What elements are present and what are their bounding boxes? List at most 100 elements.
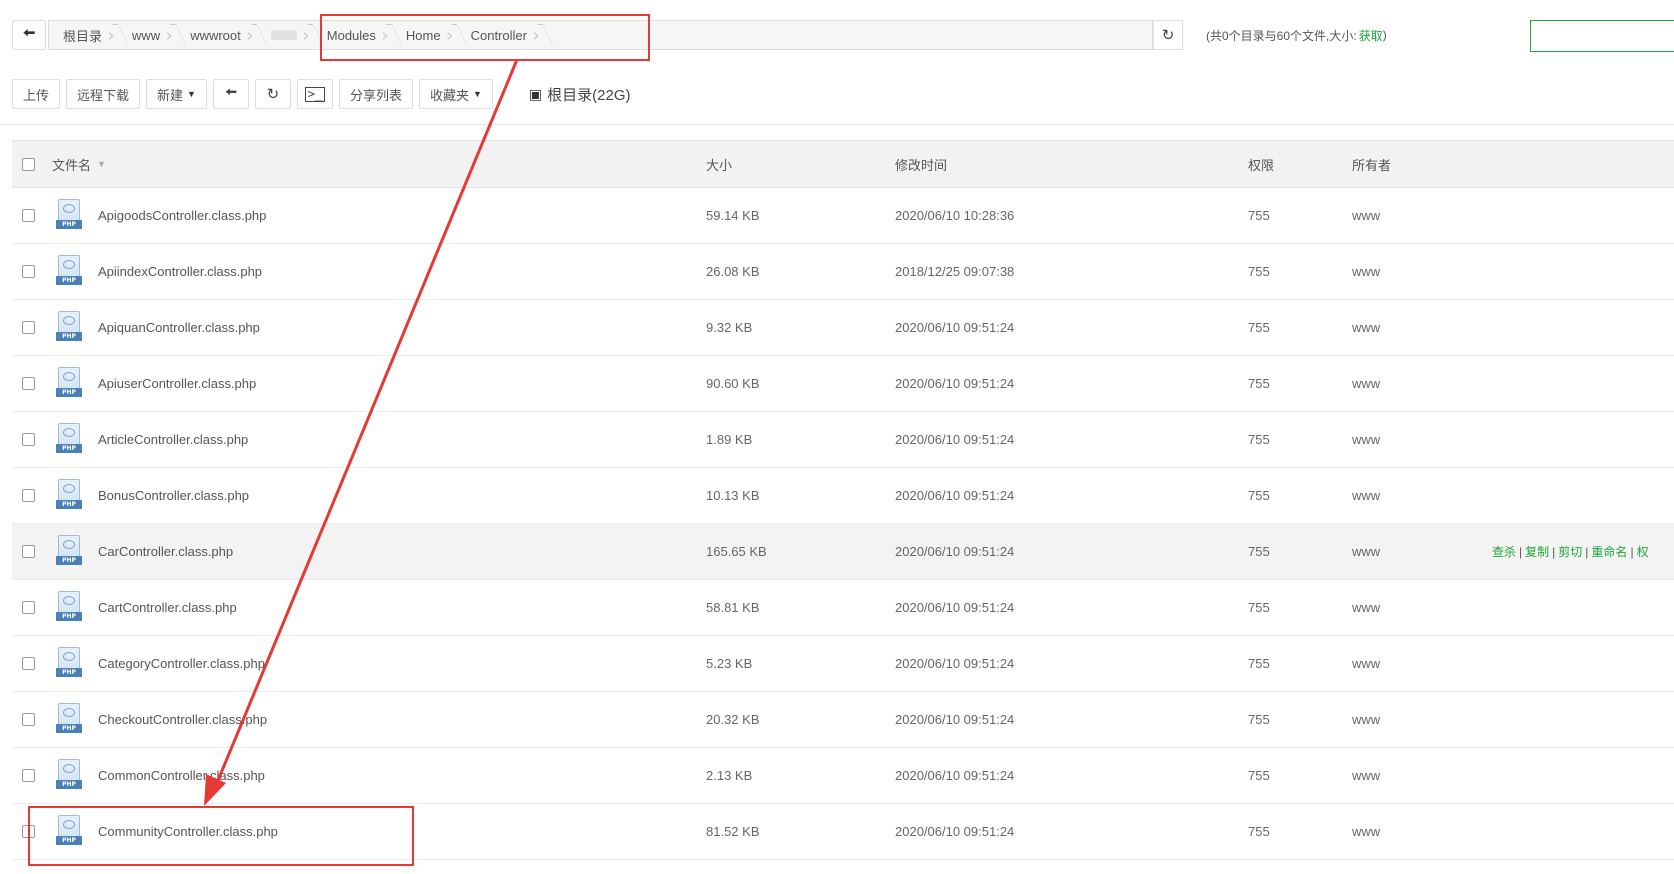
file-name[interactable]: CartController.class.php xyxy=(98,600,237,615)
table-row[interactable]: PHP CheckoutController.class.php 20.32 K… xyxy=(12,692,1674,748)
column-header-mtime[interactable]: 修改时间 xyxy=(895,141,947,187)
favorites-dropdown-button[interactable]: 收藏夹 ▼ xyxy=(418,79,493,109)
row-checkbox[interactable] xyxy=(22,825,35,838)
table-row[interactable]: PHP CommunityController.class.php 81.52 … xyxy=(12,804,1674,860)
table-row[interactable]: PHP BonusController.class.php 10.13 KB 2… xyxy=(12,468,1674,524)
copy-action-link[interactable]: 复制 xyxy=(1525,543,1549,560)
file-owner[interactable]: www xyxy=(1352,300,1380,355)
file-name[interactable]: BonusController.class.php xyxy=(98,488,249,503)
permission-action-link[interactable]: 权 xyxy=(1637,543,1649,560)
breadcrumb-item-wwwroot[interactable]: wwwroot › xyxy=(176,21,257,49)
table-row[interactable]: PHP CarController.class.php 165.65 KB 20… xyxy=(12,524,1674,580)
row-checkbox[interactable] xyxy=(22,265,35,278)
breadcrumb-item-root[interactable]: 根目录 › xyxy=(49,21,118,49)
new-dropdown-button[interactable]: 新建 ▼ xyxy=(146,79,207,109)
file-owner[interactable]: www xyxy=(1352,356,1380,411)
file-permission[interactable]: 755 xyxy=(1248,692,1270,747)
file-owner[interactable]: www xyxy=(1352,468,1380,523)
file-permission[interactable]: 755 xyxy=(1248,524,1270,579)
file-name[interactable]: ApiuserController.class.php xyxy=(98,376,256,391)
get-size-link[interactable]: 获取 xyxy=(1359,27,1383,44)
table-row[interactable]: PHP CartController.class.php 58.81 KB 20… xyxy=(12,580,1674,636)
row-checkbox[interactable] xyxy=(22,657,35,670)
refresh-button[interactable]: ↻ xyxy=(254,79,291,109)
path-refresh-button[interactable]: ↻ xyxy=(1153,20,1183,50)
file-name[interactable]: CheckoutController.class.php xyxy=(98,712,267,727)
row-checkbox[interactable] xyxy=(22,433,35,446)
file-name[interactable]: CommunityController.class.php xyxy=(98,824,278,839)
row-checkbox[interactable] xyxy=(22,489,35,502)
search-input[interactable] xyxy=(1530,20,1674,52)
breadcrumb-item-controller[interactable]: Controller › xyxy=(457,21,543,49)
file-size: 9.32 KB xyxy=(706,320,753,335)
file-owner[interactable]: www xyxy=(1352,580,1380,635)
scan-action-link[interactable]: 查杀 xyxy=(1492,543,1516,560)
file-owner[interactable]: www xyxy=(1352,412,1380,467)
file-permission[interactable]: 755 xyxy=(1248,636,1270,691)
file-permission[interactable]: 755 xyxy=(1248,804,1270,859)
table-header: 文件名 ▼ 大小 修改时间 权限 所有者 xyxy=(12,140,1674,188)
back-button[interactable]: 🠨 xyxy=(12,20,46,50)
file-name[interactable]: ApiindexController.class.php xyxy=(98,264,262,279)
php-file-icon: PHP xyxy=(56,198,82,233)
file-size: 5.23 KB xyxy=(706,656,753,671)
row-checkbox[interactable] xyxy=(22,545,35,558)
address-bar: 🠨 根目录 › www › wwwroot › › Modules › Home… xyxy=(12,20,1674,52)
terminal-button[interactable]: >_ xyxy=(296,79,333,109)
hdd-icon: ▣ xyxy=(528,85,543,102)
table-row[interactable]: PHP ApiuserController.class.php 90.60 KB… xyxy=(12,356,1674,412)
row-checkbox[interactable] xyxy=(22,377,35,390)
file-owner[interactable]: www xyxy=(1352,244,1380,299)
row-checkbox[interactable] xyxy=(22,713,35,726)
file-permission[interactable]: 755 xyxy=(1248,748,1270,803)
file-name[interactable]: ApigoodsController.class.php xyxy=(98,208,266,223)
parent-dir-button[interactable]: 🠨 xyxy=(212,79,249,109)
row-checkbox[interactable] xyxy=(22,769,35,782)
table-row[interactable]: PHP CommonController.class.php 2.13 KB 2… xyxy=(12,748,1674,804)
row-checkbox[interactable] xyxy=(22,321,35,334)
caret-down-icon: ▼ xyxy=(187,89,196,99)
table-row[interactable]: PHP ApiindexController.class.php 26.08 K… xyxy=(12,244,1674,300)
column-header-name[interactable]: 文件名 ▼ xyxy=(52,141,106,187)
table-row[interactable]: PHP ApiquanController.class.php 9.32 KB … xyxy=(12,300,1674,356)
breadcrumb-item-modules[interactable]: Modules › xyxy=(313,21,392,49)
file-owner[interactable]: www xyxy=(1352,188,1380,243)
file-owner[interactable]: www xyxy=(1352,636,1380,691)
share-list-button[interactable]: 分享列表 xyxy=(338,79,413,109)
php-file-icon: PHP xyxy=(56,366,82,401)
file-size: 81.52 KB xyxy=(706,824,760,839)
file-mtime: 2020/06/10 09:51:24 xyxy=(895,488,1015,503)
table-row[interactable]: PHP ArticleController.class.php 1.89 KB … xyxy=(12,412,1674,468)
file-owner[interactable]: www xyxy=(1352,748,1380,803)
file-permission[interactable]: 755 xyxy=(1248,188,1270,243)
file-name[interactable]: CommonController.class.php xyxy=(98,768,265,783)
cut-action-link[interactable]: 剪切 xyxy=(1558,543,1582,560)
file-permission[interactable]: 755 xyxy=(1248,412,1270,467)
breadcrumb-item-redacted[interactable]: › xyxy=(257,21,313,49)
file-permission[interactable]: 755 xyxy=(1248,244,1270,299)
file-name[interactable]: CarController.class.php xyxy=(98,544,233,559)
breadcrumb-separator-icon: › xyxy=(107,24,115,46)
file-permission[interactable]: 755 xyxy=(1248,356,1270,411)
remote-download-button[interactable]: 远程下载 xyxy=(66,79,141,109)
file-permission[interactable]: 755 xyxy=(1248,468,1270,523)
file-permission[interactable]: 755 xyxy=(1248,300,1270,355)
table-row[interactable]: PHP ApigoodsController.class.php 59.14 K… xyxy=(12,188,1674,244)
table-row[interactable]: PHP CategoryController.class.php 5.23 KB… xyxy=(12,636,1674,692)
file-owner[interactable]: www xyxy=(1352,524,1380,579)
root-disk-label[interactable]: ▣ 根目录(22G) xyxy=(529,84,631,105)
rename-action-link[interactable]: 重命名 xyxy=(1591,543,1627,560)
row-checkbox[interactable] xyxy=(22,209,35,222)
row-checkbox[interactable] xyxy=(22,601,35,614)
upload-button[interactable]: 上传 xyxy=(12,79,61,109)
select-all-checkbox[interactable] xyxy=(22,157,35,171)
file-permission[interactable]: 755 xyxy=(1248,580,1270,635)
file-owner[interactable]: www xyxy=(1352,804,1380,859)
file-name[interactable]: ApiquanController.class.php xyxy=(98,320,260,335)
file-name[interactable]: CategoryController.class.php xyxy=(98,656,265,671)
column-header-size[interactable]: 大小 xyxy=(706,141,732,187)
breadcrumb-item-www[interactable]: www › xyxy=(118,21,176,49)
breadcrumb-item-home[interactable]: Home › xyxy=(392,21,457,49)
file-owner[interactable]: www xyxy=(1352,692,1380,747)
file-name[interactable]: ArticleController.class.php xyxy=(98,432,248,447)
